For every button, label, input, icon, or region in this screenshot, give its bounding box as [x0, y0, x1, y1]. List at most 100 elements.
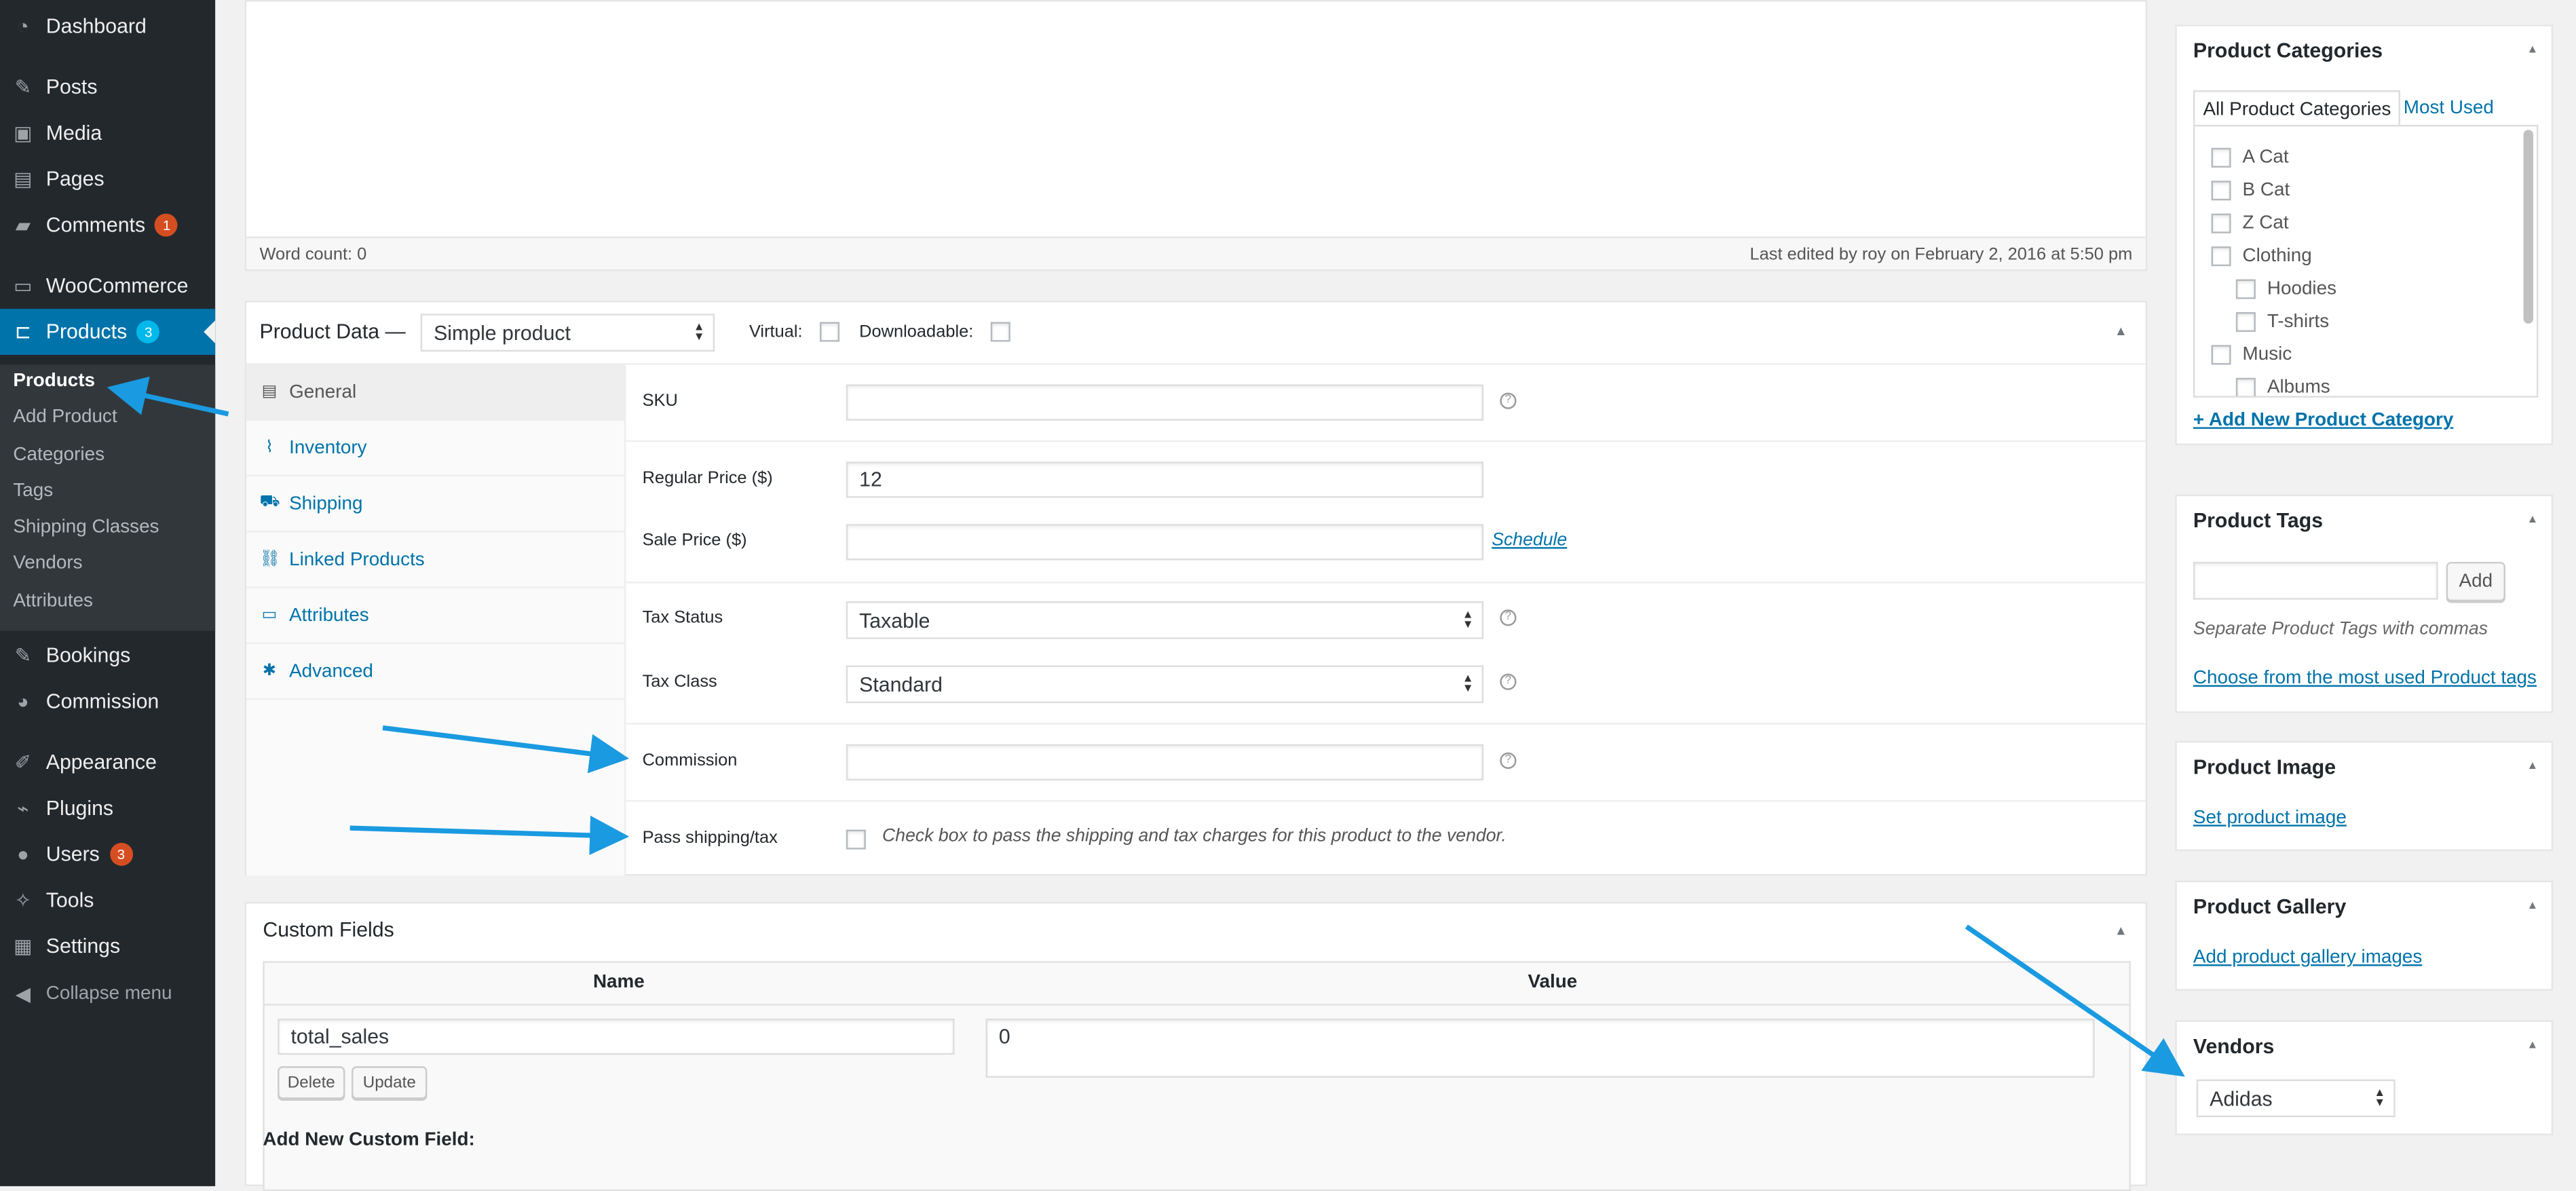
list-item[interactable]: Music [2211, 345, 2292, 365]
sale-price-input[interactable] [846, 524, 1484, 561]
category-checkbox[interactable] [2235, 279, 2256, 299]
pass-shipping-checkbox[interactable] [846, 829, 866, 850]
help-icon[interactable]: ? [1500, 392, 1517, 409]
menu-plugins[interactable]: ⌁ Plugins [0, 785, 215, 831]
general-icon: ▤ [261, 383, 278, 401]
content-editor[interactable]: Word count: 0 Last edited by roy on Febr… [244, 0, 2148, 271]
vendor-select[interactable]: Adidas ▲ ▼ [2196, 1079, 2395, 1118]
tab-shipping[interactable]: ⛟ Shipping [246, 476, 626, 533]
menu-dashboard[interactable]: ◔ Dashboard [0, 3, 215, 50]
menu-appearance[interactable]: ✐ Appearance [0, 739, 215, 785]
scrollbar[interactable] [2523, 130, 2534, 324]
sku-input[interactable] [846, 384, 1484, 421]
menu-bookings[interactable]: ✎ Bookings [0, 632, 215, 679]
product-categories-box: Product Categories ▲ All Product Categor… [2175, 24, 2554, 446]
help-icon[interactable]: ? [1500, 609, 1517, 626]
menu-media[interactable]: ▣ Media [0, 110, 215, 156]
virtual-checkbox[interactable] [820, 322, 840, 342]
tag-input[interactable] [2193, 561, 2438, 600]
collapse-toggle-icon[interactable]: ▲ [2115, 324, 2127, 339]
tab-attributes[interactable]: ▭ Attributes [246, 588, 626, 645]
products-count-badge: 3 [136, 320, 160, 343]
add-new-category-link[interactable]: + Add New Product Category [2193, 411, 2453, 430]
category-checkbox[interactable] [2211, 213, 2231, 233]
product-tags-box: Product Tags ▲ Add Separate Product Tags… [2175, 494, 2554, 713]
product-data-tabs: ▤ General ⌇ Inventory ⛟ Shipping ⛓ Linke… [246, 364, 626, 876]
choose-tags-link[interactable]: Choose from the most used Product tags [2193, 668, 2537, 688]
regular-price-input[interactable]: 12 [846, 461, 1484, 498]
settings-icon: ▦ [14, 934, 33, 958]
list-item[interactable]: Clothing [2211, 246, 2312, 267]
product-gallery-title: Product Gallery [2193, 895, 2347, 919]
menu-woocommerce[interactable]: ▭ WooCommerce [0, 263, 215, 309]
table-header: Name Value [264, 963, 2129, 1006]
menu-posts[interactable]: ✎ Posts [0, 64, 215, 110]
submenu-products[interactable]: Products [13, 371, 95, 391]
add-gallery-images-link[interactable]: Add product gallery images [2193, 948, 2422, 968]
menu-tools[interactable]: ✧ Tools [0, 877, 215, 924]
custom-fields-table: Name Value total_sales 0 Delete Update [263, 961, 2131, 1191]
submenu-shipping-classes[interactable]: Shipping Classes [13, 518, 159, 537]
product-image-box: Product Image ▲ Set product image [2175, 740, 2554, 852]
downloadable-checkbox[interactable] [990, 322, 1010, 342]
list-item[interactable]: T-shirts [2235, 311, 2329, 333]
submenu-tags[interactable]: Tags [13, 481, 53, 501]
update-button[interactable]: Update [352, 1066, 428, 1099]
tab-general[interactable]: ▤ General [246, 364, 626, 421]
help-icon[interactable]: ? [1500, 673, 1517, 690]
tab-most-used[interactable]: Most Used [2395, 90, 2502, 126]
category-tabs: All Product Categories Most Used [2193, 90, 2538, 127]
tax-class-select[interactable]: Standard ▲ ▼ [846, 665, 1484, 704]
menu-users[interactable]: ● Users 3 [0, 831, 215, 877]
collapse-toggle-icon[interactable]: ▲ [2527, 761, 2539, 772]
category-checkbox[interactable] [2211, 147, 2231, 168]
category-checkbox[interactable] [2211, 181, 2231, 201]
pin-icon: ✎ [14, 644, 32, 667]
category-checkbox[interactable] [2235, 377, 2256, 396]
category-checkbox[interactable] [2211, 246, 2231, 267]
submenu-add-product[interactable]: Add Product [13, 407, 117, 427]
submenu-vendors[interactable]: Vendors [13, 554, 82, 573]
last-edited: Last edited by roy on February 2, 2016 a… [1749, 244, 2133, 265]
collapse-toggle-icon[interactable]: ▲ [2527, 514, 2539, 526]
help-icon[interactable]: ? [1500, 752, 1517, 769]
product-data-title: Product Data — [259, 320, 406, 343]
list-item[interactable]: B Cat [2211, 181, 2290, 201]
tab-all-categories[interactable]: All Product Categories [2193, 90, 2401, 127]
tab-advanced[interactable]: ✱ Advanced [246, 644, 626, 700]
submenu-attributes[interactable]: Attributes [13, 592, 93, 611]
list-item[interactable]: Albums [2235, 377, 2330, 396]
collapse-arrow-icon: ◀ [15, 982, 31, 1006]
category-checkbox[interactable] [2211, 345, 2231, 365]
commission-input[interactable] [846, 744, 1484, 780]
menu-pages[interactable]: ▤ Pages [0, 156, 215, 202]
menu-commission[interactable]: ◕ Commission [0, 679, 215, 725]
collapse-toggle-icon[interactable]: ▲ [2115, 924, 2127, 939]
submenu-categories[interactable]: Categories [13, 445, 105, 465]
set-product-image-link[interactable]: Set product image [2193, 808, 2347, 828]
collapse-toggle-icon[interactable]: ▲ [2527, 1040, 2539, 1051]
tab-linked-products[interactable]: ⛓ Linked Products [246, 532, 626, 588]
delete-button[interactable]: Delete [278, 1066, 345, 1099]
add-tag-button[interactable]: Add [2446, 561, 2505, 602]
menu-settings[interactable]: ▦ Settings [0, 924, 215, 970]
list-item[interactable]: A Cat [2211, 147, 2289, 168]
schedule-link[interactable]: Schedule [1492, 531, 1567, 550]
collapse-toggle-icon[interactable]: ▲ [2527, 44, 2539, 56]
list-item[interactable]: Hoodies [2235, 279, 2336, 299]
collapse-toggle-icon[interactable]: ▲ [2527, 901, 2539, 912]
tab-inventory[interactable]: ⌇ Inventory [246, 421, 626, 477]
custom-field-name-input[interactable]: total_sales [278, 1018, 955, 1055]
menu-products[interactable]: ⊏ Products 3 [0, 309, 216, 355]
divider [626, 723, 2146, 725]
pages-icon: ▤ [14, 167, 33, 191]
menu-comments[interactable]: ▰ Comments 1 [0, 202, 215, 248]
product-type-select[interactable]: Simple product ▲ ▼ [420, 314, 715, 352]
custom-field-value-textarea[interactable]: 0 [985, 1018, 2095, 1078]
category-checkbox[interactable] [2235, 311, 2256, 333]
tax-status-select[interactable]: Taxable ▲ ▼ [846, 601, 1484, 639]
word-count: Word count: 0 [259, 244, 367, 265]
list-item[interactable]: Z Cat [2211, 213, 2289, 233]
category-checklist: A Cat B Cat Z Cat Clothing Hoodies T-shi… [2193, 124, 2539, 398]
collapse-menu-button[interactable]: ◀ Collapse menu [0, 971, 215, 1017]
